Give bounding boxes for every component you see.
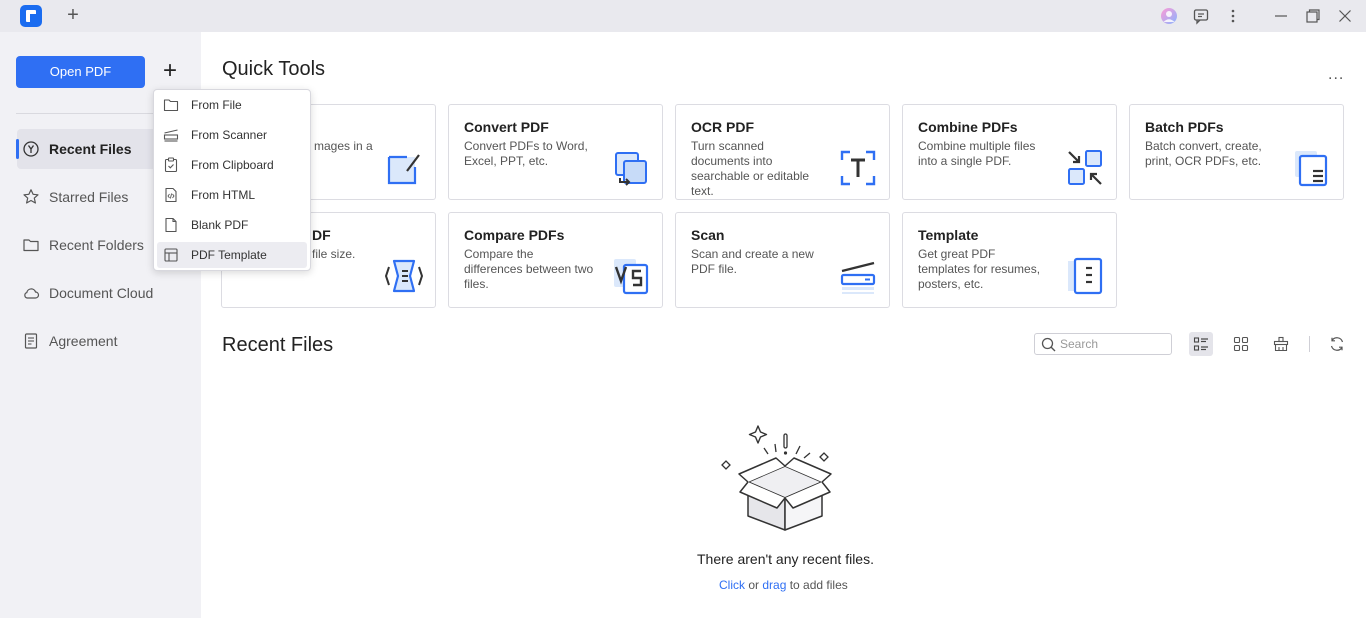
- sidebar-item-document-cloud[interactable]: Document Cloud: [17, 273, 185, 313]
- menu-item-label: From Clipboard: [191, 158, 274, 172]
- tool-card-compare-pdfs[interactable]: Compare PDFs Compare the differences bet…: [448, 212, 663, 308]
- scan-icon: [840, 261, 876, 294]
- card-title: Combine PDFs: [918, 119, 1018, 135]
- card-title: Scan: [691, 227, 725, 243]
- toolbar-separator: [1309, 336, 1310, 352]
- grid-view-button[interactable]: [1229, 332, 1253, 356]
- card-description: Compare the differences between two file…: [464, 247, 594, 291]
- more-vertical-icon[interactable]: [1224, 7, 1242, 25]
- edit-pdf-icon: [387, 154, 420, 185]
- quick-tools-title: Quick Tools: [222, 58, 326, 80]
- template-icon: [1068, 257, 1103, 295]
- empty-state-message: There aren't any recent files.: [697, 551, 874, 567]
- search-icon: [1041, 337, 1056, 352]
- create-new-button[interactable]: +: [156, 58, 184, 86]
- card-description: Combine multiple files into a single PDF…: [918, 139, 1036, 168]
- empty-box-illustration: [721, 425, 832, 531]
- list-view-icon: [1193, 337, 1208, 351]
- sidebar-item-label: Starred Files: [49, 189, 129, 205]
- card-title: DF: [312, 227, 331, 243]
- scanner-icon: [163, 129, 179, 142]
- menu-item-label: Blank PDF: [191, 218, 249, 232]
- blank-page-icon: [165, 217, 177, 233]
- cloud-icon: [24, 288, 40, 299]
- avatar[interactable]: [1160, 7, 1178, 25]
- combine-icon: [1068, 150, 1102, 185]
- menu-item-blank-pdf[interactable]: Blank PDF: [157, 212, 307, 238]
- compare-icon: [614, 259, 649, 295]
- search-input[interactable]: [1060, 336, 1165, 352]
- new-tab-button[interactable]: +: [62, 4, 84, 26]
- minimize-icon[interactable]: [1272, 7, 1290, 25]
- menu-item-from-scanner[interactable]: From Scanner: [157, 122, 307, 148]
- card-description: Batch convert, create, print, OCR PDFs, …: [1145, 139, 1262, 168]
- hint-or-text: or: [745, 578, 763, 592]
- open-pdf-button[interactable]: Open PDF: [16, 56, 145, 88]
- click-to-add-link[interactable]: Click: [719, 578, 745, 592]
- sidebar-item-agreement[interactable]: Agreement: [17, 321, 185, 361]
- sidebar-item-label: Recent Folders: [49, 237, 144, 253]
- sidebar-item-label: Agreement: [49, 333, 118, 349]
- menu-item-pdf-template[interactable]: PDF Template: [157, 242, 307, 268]
- ocr-icon: [840, 150, 876, 186]
- card-description: Convert PDFs to Word, Excel, PPT, etc.: [464, 139, 588, 168]
- agreement-document-icon: [24, 333, 38, 349]
- tool-card-template[interactable]: Template Get great PDF templates for res…: [902, 212, 1117, 308]
- app-logo-icon: [20, 5, 42, 27]
- convert-icon: [615, 152, 647, 186]
- star-icon: [23, 189, 39, 204]
- tool-card-combine-pdfs[interactable]: Combine PDFs Combine multiple files into…: [902, 104, 1117, 200]
- card-description: mages in a: [314, 139, 373, 153]
- quick-tools-more-button[interactable]: ...: [1328, 66, 1344, 84]
- menu-item-label: From File: [191, 98, 242, 112]
- close-icon[interactable]: [1336, 7, 1354, 25]
- menu-item-from-html[interactable]: From HTML: [157, 182, 307, 208]
- sidebar-item-label: Recent Files: [49, 141, 132, 157]
- grid-view-icon: [1233, 336, 1249, 352]
- add-files-hint: Click or drag to add files: [719, 578, 848, 592]
- clipboard-icon: [164, 157, 178, 173]
- menu-item-label: From Scanner: [191, 128, 268, 142]
- card-title: Batch PDFs: [1145, 119, 1224, 135]
- menu-item-from-clipboard[interactable]: From Clipboard: [157, 152, 307, 178]
- batch-icon: [1295, 151, 1328, 187]
- drag-to-add-link[interactable]: drag: [762, 578, 786, 592]
- tool-card-batch-pdfs[interactable]: Batch PDFs Batch convert, create, print,…: [1129, 104, 1344, 200]
- compress-icon: [385, 259, 423, 293]
- card-description: Scan and create a new PDF file.: [691, 247, 814, 276]
- folder-icon: [163, 99, 179, 112]
- hint-suffix-text: to add files: [786, 578, 848, 592]
- template-icon: [164, 248, 178, 262]
- tool-card-convert-pdf[interactable]: Convert PDF Convert PDFs to Word, Excel,…: [448, 104, 663, 200]
- html-file-icon: [165, 187, 177, 203]
- card-title: OCR PDF: [691, 119, 754, 135]
- tool-card-scan[interactable]: Scan Scan and create a new PDF file.: [675, 212, 890, 308]
- list-view-button[interactable]: [1189, 332, 1213, 356]
- menu-item-from-file[interactable]: From File: [157, 92, 307, 118]
- feedback-icon[interactable]: [1192, 7, 1210, 25]
- search-box: [1034, 333, 1172, 355]
- tool-card-ocr-pdf[interactable]: OCR PDF Turn scanned documents into sear…: [675, 104, 890, 200]
- clear-list-button[interactable]: [1269, 332, 1293, 356]
- create-new-dropdown: From File From Scanner From Clipboard Fr…: [153, 89, 311, 271]
- card-title: Template: [918, 227, 979, 243]
- recent-files-title: Recent Files: [222, 334, 334, 356]
- menu-item-label: PDF Template: [191, 248, 267, 262]
- refresh-button[interactable]: [1325, 332, 1349, 356]
- restore-icon[interactable]: [1304, 7, 1322, 25]
- card-description: Turn scanned documents into searchable o…: [691, 139, 810, 198]
- menu-item-label: From HTML: [191, 188, 255, 202]
- refresh-icon: [1330, 337, 1344, 351]
- folder-icon: [23, 239, 39, 252]
- card-title: Convert PDF: [464, 119, 549, 135]
- card-title: Compare PDFs: [464, 227, 565, 243]
- recent-clock-icon: [23, 141, 39, 157]
- card-description: Get great PDF templates for resumes, pos…: [918, 247, 1041, 291]
- title-bar: +: [0, 0, 1366, 32]
- broom-clear-icon: [1273, 336, 1289, 352]
- sidebar-item-label: Document Cloud: [49, 285, 154, 301]
